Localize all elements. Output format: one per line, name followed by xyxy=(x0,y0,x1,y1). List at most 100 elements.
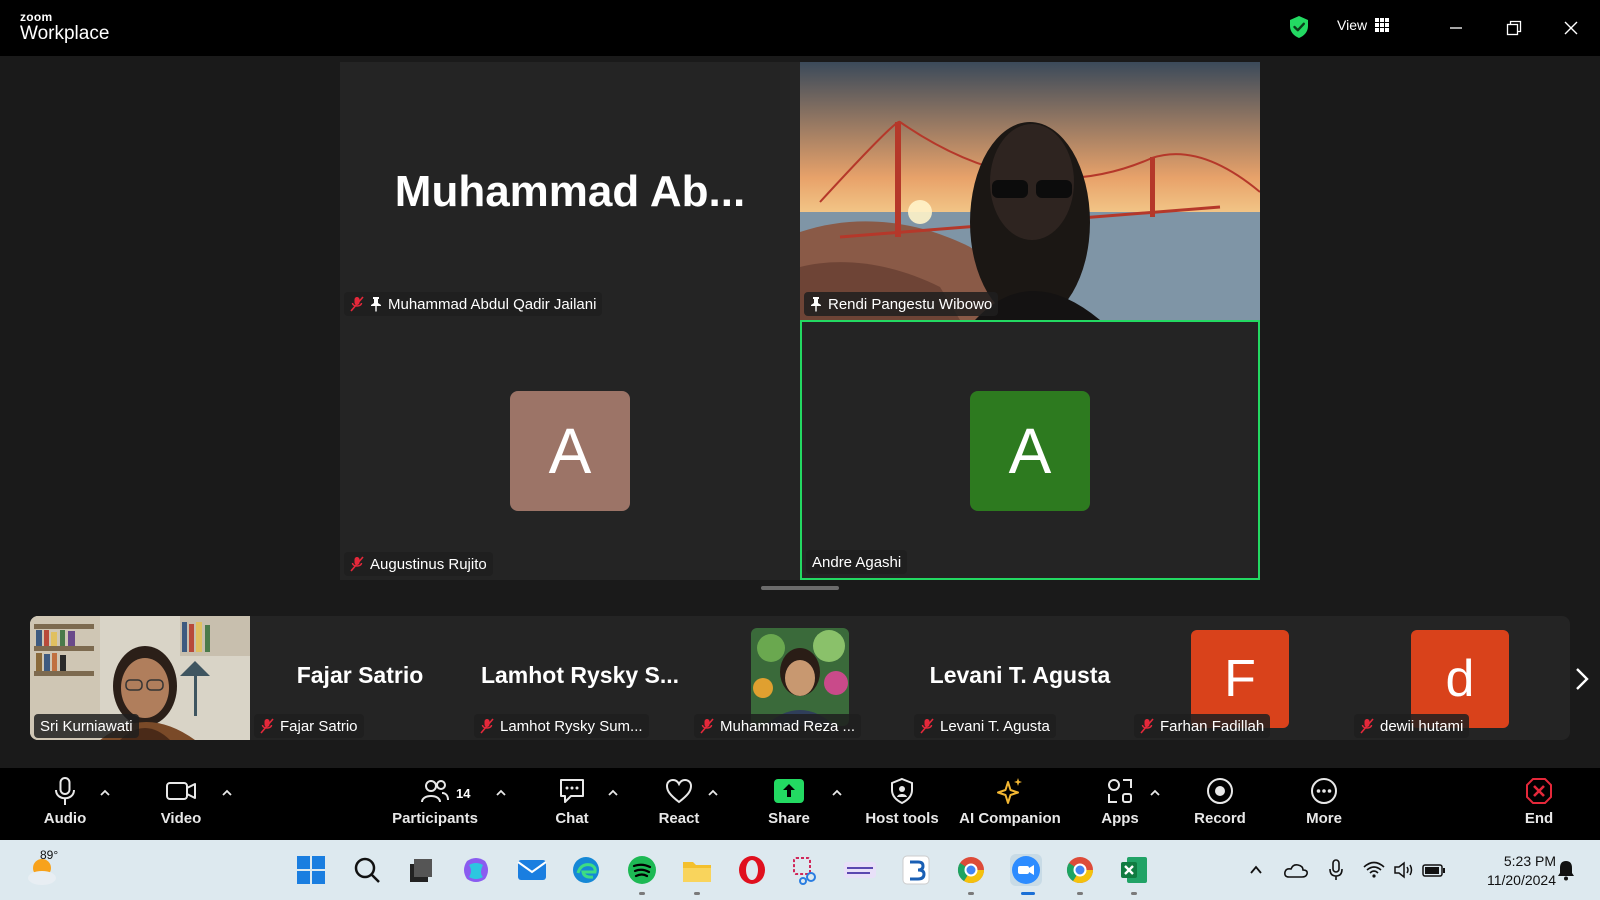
participant-name: Farhan Fadillah xyxy=(1160,717,1265,735)
share-options-chevron-up-icon[interactable] xyxy=(830,786,844,800)
record-icon xyxy=(1207,778,1233,804)
video-tile-rendi[interactable]: Rendi Pangestu Wibowo xyxy=(800,62,1260,320)
active-indicator xyxy=(1021,892,1035,895)
zoom-app-icon[interactable] xyxy=(1010,854,1042,886)
share-button[interactable]: Share xyxy=(734,776,844,827)
record-label: Record xyxy=(1194,810,1246,827)
edge-browser-icon[interactable] xyxy=(570,854,602,886)
participant-filmstrip: Sri Kurniawati Fajar Satrio Fajar Satrio… xyxy=(30,616,1570,740)
shield-icon xyxy=(891,777,913,805)
onedrive-cloud-icon[interactable] xyxy=(1280,854,1312,886)
filmstrip-tile-farhan[interactable]: F Farhan Fadillah xyxy=(1130,616,1350,740)
opera-browser-icon[interactable] xyxy=(736,854,768,886)
security-shield-icon[interactable] xyxy=(1288,15,1310,39)
title-bar: zoom Workplace View xyxy=(0,0,1600,56)
filmstrip-tile-muhammad-reza[interactable]: Muhammad Reza ... xyxy=(690,616,910,740)
snipping-tool-icon[interactable] xyxy=(790,854,822,886)
copilot-icon[interactable] xyxy=(460,854,492,886)
meeting-toolbar: Audio Video Participants 14 Chat React S… xyxy=(0,768,1600,840)
participant-name-label: Augustinus Rujito xyxy=(344,552,493,576)
profile-photo xyxy=(751,628,849,726)
volume-icon[interactable] xyxy=(1388,854,1420,886)
video-tile-andre-active-speaker[interactable]: A Andre Agashi xyxy=(800,320,1260,580)
apps-button[interactable]: Apps xyxy=(1065,776,1175,827)
filmstrip-tile-dewii[interactable]: d dewii hutami xyxy=(1350,616,1570,740)
running-indicator xyxy=(639,892,645,895)
windows-start-icon[interactable] xyxy=(295,854,327,886)
participant-name-label: Sri Kurniawati xyxy=(34,714,139,738)
audio-options-chevron-up-icon[interactable] xyxy=(98,786,112,800)
participant-name: Rendi Pangestu Wibowo xyxy=(828,295,993,313)
mail-icon[interactable] xyxy=(516,854,548,886)
participant-name-label: Muhammad Reza ... xyxy=(694,714,862,738)
participant-name-label: Andre Agashi xyxy=(806,550,908,574)
host-tools-button[interactable]: Host tools xyxy=(847,776,957,827)
close-icon[interactable] xyxy=(1557,14,1585,42)
participants-options-chevron-up-icon[interactable] xyxy=(494,786,508,800)
video-options-chevron-up-icon[interactable] xyxy=(220,786,234,800)
video-tile-augustinus[interactable]: A Augustinus Rujito xyxy=(340,320,800,580)
audio-button[interactable]: Audio xyxy=(10,776,120,827)
app-logo: zoom Workplace xyxy=(20,11,109,43)
zoom-meeting-window: zoom Workplace View Muhammad Ab... Muham… xyxy=(0,0,1600,900)
file-explorer-icon[interactable] xyxy=(681,854,713,886)
task-view-icon[interactable] xyxy=(404,854,436,886)
excel-icon[interactable] xyxy=(1118,854,1150,886)
video-label: Video xyxy=(160,810,202,827)
weather-widget[interactable]: 89° xyxy=(24,848,74,890)
filmstrip-tile-levani[interactable]: Levani T. Agusta Levani T. Agusta xyxy=(910,616,1130,740)
search-icon[interactable] xyxy=(351,854,383,886)
end-label: End xyxy=(1524,810,1554,827)
participant-name: Levani T. Agusta xyxy=(940,717,1050,735)
apps-options-chevron-up-icon[interactable] xyxy=(1148,786,1162,800)
more-button[interactable]: More xyxy=(1269,776,1379,827)
participant-video-feed xyxy=(800,62,1260,320)
end-meeting-button[interactable]: End xyxy=(1484,776,1594,827)
participants-button[interactable]: Participants xyxy=(380,776,490,827)
ai-companion-button[interactable]: AI Companion xyxy=(950,776,1070,827)
spotify-icon[interactable] xyxy=(626,854,658,886)
filmstrip-tile-fajar[interactable]: Fajar Satrio Fajar Satrio xyxy=(250,616,470,740)
app-b-icon[interactable] xyxy=(900,854,932,886)
video-button[interactable]: Video xyxy=(126,776,236,827)
filmstrip-tile-lamhot[interactable]: Lamhot Rysky S... Lamhot Rysky Sum... xyxy=(470,616,690,740)
notification-bell-icon[interactable] xyxy=(1550,854,1582,886)
battery-icon[interactable] xyxy=(1418,854,1450,886)
kampus-merdeka-icon[interactable] xyxy=(844,854,876,886)
more-icon xyxy=(1311,778,1337,804)
participant-name: Lamhot Rysky Sum... xyxy=(500,717,643,735)
chat-button[interactable]: Chat xyxy=(517,776,627,827)
microphone-icon[interactable] xyxy=(1320,854,1352,886)
mic-muted-icon xyxy=(350,556,364,572)
share-screen-icon xyxy=(774,779,804,803)
video-tile-muhammad[interactable]: Muhammad Ab... Muhammad Abdul Qadir Jail… xyxy=(340,62,800,320)
chrome-browser-icon[interactable] xyxy=(955,854,987,886)
audio-label: Audio xyxy=(43,810,87,827)
restore-icon[interactable] xyxy=(1500,14,1528,42)
react-button[interactable]: React xyxy=(624,776,734,827)
chevron-up-icon[interactable] xyxy=(1240,854,1272,886)
record-button[interactable]: Record xyxy=(1165,776,1275,827)
grid-icon xyxy=(1375,18,1390,32)
chat-options-chevron-up-icon[interactable] xyxy=(606,786,620,800)
participant-name: Augustinus Rujito xyxy=(370,555,487,573)
mic-muted-icon xyxy=(700,718,714,734)
avatar: A xyxy=(970,391,1090,511)
chat-bubble-icon xyxy=(560,779,584,803)
chrome-browser-icon[interactable] xyxy=(1064,854,1096,886)
end-x-icon xyxy=(1526,778,1552,804)
view-button[interactable]: View xyxy=(1337,17,1390,33)
chevron-right-icon[interactable] xyxy=(1572,666,1592,692)
minimize-icon[interactable] xyxy=(1442,14,1470,42)
system-clock[interactable]: 5:23 PM 11/20/2024 xyxy=(1466,852,1556,890)
video-camera-icon xyxy=(166,782,196,800)
react-label: React xyxy=(658,810,700,827)
participant-name-label: Rendi Pangestu Wibowo xyxy=(804,292,999,316)
heart-icon xyxy=(665,778,693,804)
running-indicator xyxy=(694,892,700,895)
wifi-icon[interactable] xyxy=(1358,854,1390,886)
resize-handle[interactable] xyxy=(761,586,839,590)
brand-top: zoom xyxy=(20,10,53,24)
filmstrip-tile-sri[interactable]: Sri Kurniawati xyxy=(30,616,250,740)
react-options-chevron-up-icon[interactable] xyxy=(706,786,720,800)
